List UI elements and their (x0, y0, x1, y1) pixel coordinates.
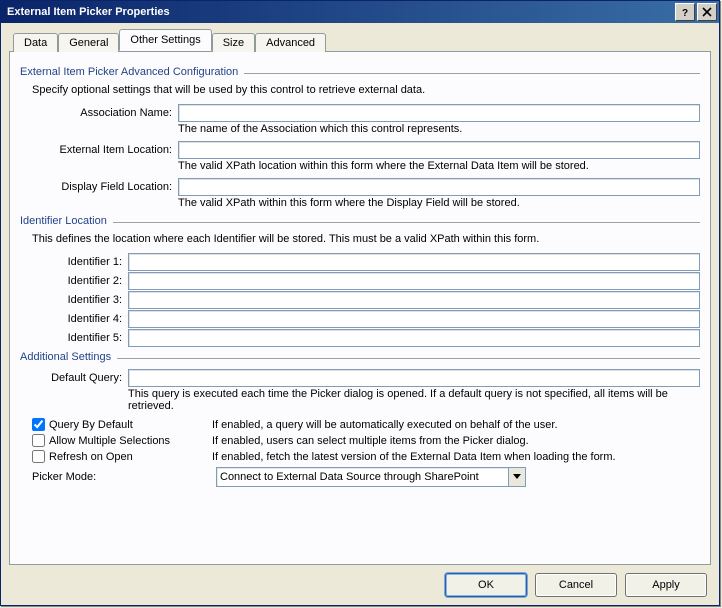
allow-multiple-selections-label[interactable]: Allow Multiple Selections (49, 435, 170, 447)
tabstrip: Data General Other Settings Size Advance… (9, 29, 711, 51)
group-identifier-header: Identifier Location (20, 215, 700, 227)
allow-multiple-selections-desc: If enabled, users can select multiple it… (212, 434, 700, 447)
default-query-input[interactable] (128, 369, 700, 387)
tab-advanced[interactable]: Advanced (255, 33, 326, 52)
cancel-button[interactable]: Cancel (535, 573, 617, 597)
separator-line (113, 222, 700, 223)
window-title: External Item Picker Properties (7, 6, 673, 18)
external-item-location-input[interactable] (178, 141, 700, 159)
display-field-location-input[interactable] (178, 178, 700, 196)
picker-mode-value: Connect to External Data Source through … (217, 471, 508, 483)
identifier-3-label: Identifier 3: (32, 294, 128, 306)
external-item-location-hint: The valid XPath location within this for… (178, 160, 700, 172)
separator-line (117, 358, 700, 359)
advanced-desc: Specify optional settings that will be u… (32, 84, 700, 96)
refresh-on-open-checkbox[interactable] (32, 450, 45, 463)
query-by-default-label[interactable]: Query By Default (49, 419, 133, 431)
default-query-label: Default Query: (32, 372, 128, 384)
identifier-2-label: Identifier 2: (32, 275, 128, 287)
identifier-desc: This defines the location where each Ide… (32, 233, 700, 245)
refresh-on-open-desc: If enabled, fetch the latest version of … (212, 450, 700, 463)
tab-size[interactable]: Size (212, 33, 255, 52)
group-advanced-label: External Item Picker Advanced Configurat… (20, 66, 238, 78)
ok-button[interactable]: OK (445, 573, 527, 597)
default-query-hint: This query is executed each time the Pic… (128, 388, 700, 412)
association-name-label: Association Name: (32, 107, 178, 119)
close-button[interactable] (697, 3, 717, 21)
allow-multiple-selections-checkbox[interactable] (32, 434, 45, 447)
group-identifier-label: Identifier Location (20, 215, 107, 227)
dialog-window: External Item Picker Properties ? Data G… (0, 0, 720, 606)
identifier-4-label: Identifier 4: (32, 313, 128, 325)
chevron-down-icon[interactable] (508, 468, 525, 486)
identifier-2-input[interactable] (128, 272, 700, 290)
help-button[interactable]: ? (675, 3, 695, 21)
association-name-hint: The name of the Association which this c… (178, 123, 700, 135)
identifier-3-input[interactable] (128, 291, 700, 309)
group-advanced-header: External Item Picker Advanced Configurat… (20, 66, 700, 78)
refresh-on-open-label[interactable]: Refresh on Open (49, 451, 133, 463)
picker-mode-combobox[interactable]: Connect to External Data Source through … (216, 467, 526, 487)
external-item-location-label: External Item Location: (32, 144, 178, 156)
tab-data[interactable]: Data (13, 33, 58, 52)
picker-mode-label: Picker Mode: (32, 471, 216, 483)
group-additional-header: Additional Settings (20, 351, 700, 363)
tab-general[interactable]: General (58, 33, 119, 52)
identifier-1-label: Identifier 1: (32, 256, 128, 268)
tab-other-settings[interactable]: Other Settings (119, 29, 211, 51)
group-additional-label: Additional Settings (20, 351, 111, 363)
separator-line (244, 73, 700, 74)
identifier-1-input[interactable] (128, 253, 700, 271)
query-by-default-checkbox[interactable] (32, 418, 45, 431)
identifier-4-input[interactable] (128, 310, 700, 328)
tab-panel-other-settings: External Item Picker Advanced Configurat… (9, 51, 711, 565)
identifier-5-input[interactable] (128, 329, 700, 347)
titlebar: External Item Picker Properties ? (1, 1, 719, 23)
svg-text:?: ? (682, 8, 688, 17)
display-field-location-label: Display Field Location: (32, 181, 178, 193)
association-name-input[interactable] (178, 104, 700, 122)
identifier-5-label: Identifier 5: (32, 332, 128, 344)
content-area: Data General Other Settings Size Advance… (1, 23, 719, 605)
query-by-default-desc: If enabled, a query will be automaticall… (212, 418, 700, 431)
footer: OK Cancel Apply (9, 565, 711, 597)
display-field-location-hint: The valid XPath within this form where t… (178, 197, 700, 209)
apply-button[interactable]: Apply (625, 573, 707, 597)
